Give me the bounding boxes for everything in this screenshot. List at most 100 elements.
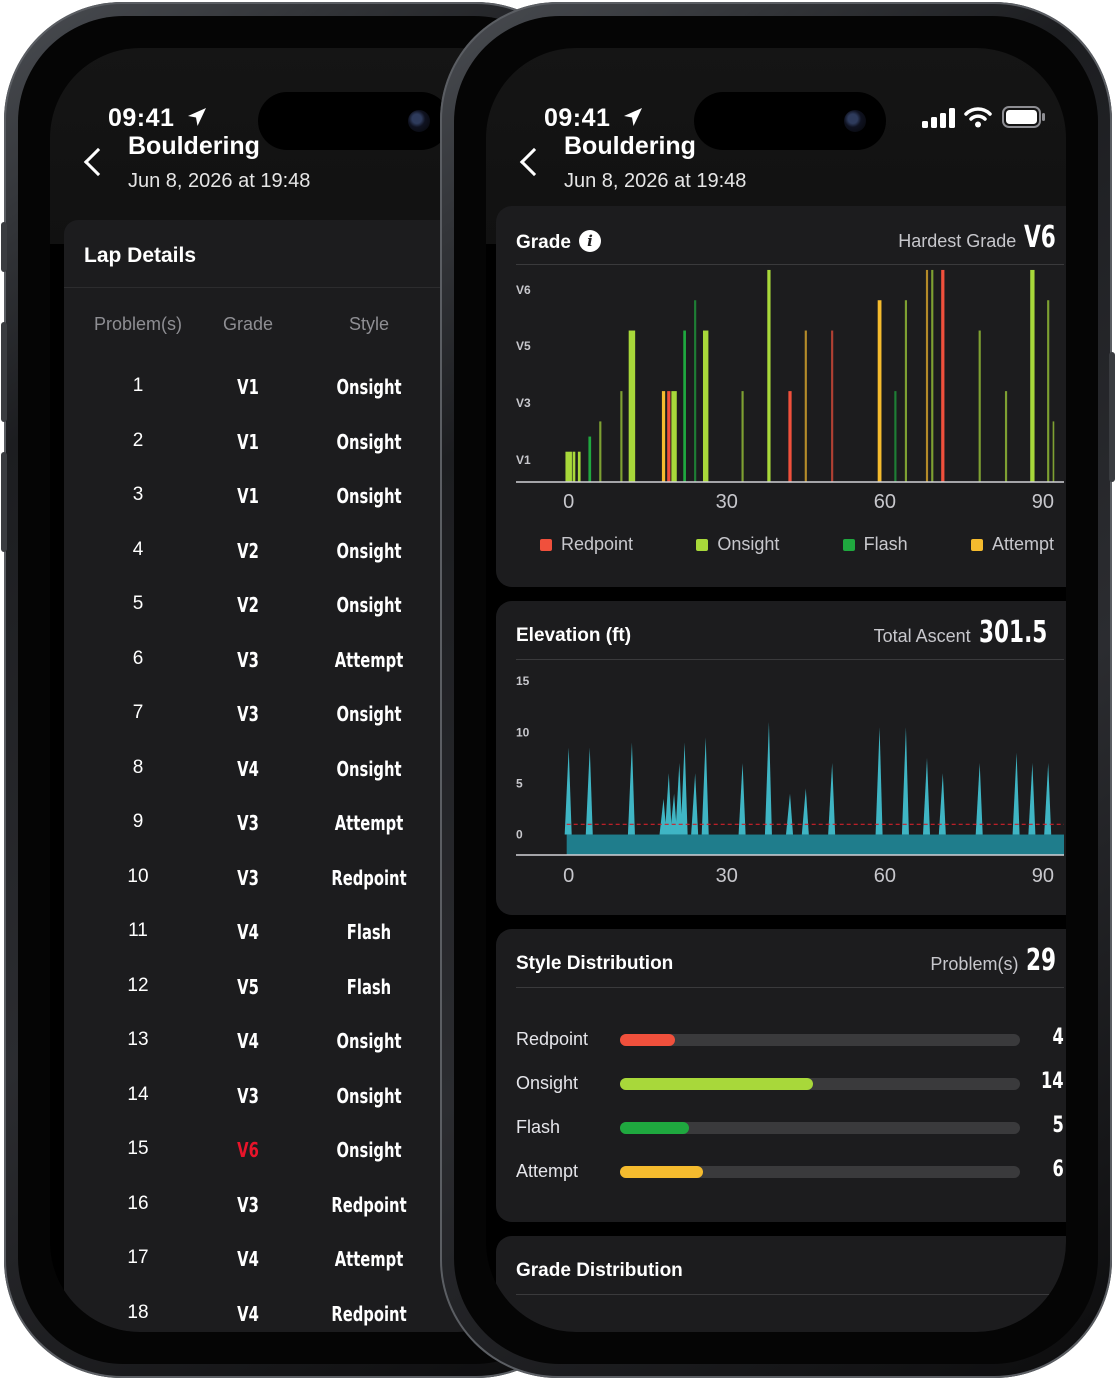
distribution-row-onsight: Onsight 14 — [516, 1069, 1064, 1099]
distribution-count: 5 — [1052, 1113, 1064, 1138]
grade-bar — [661, 391, 666, 482]
problem-number: 1 — [132, 375, 144, 396]
total-ascent-label: Total Ascent — [873, 626, 971, 646]
nav-title: Bouldering — [564, 132, 696, 160]
problem-grade: V1 — [237, 484, 259, 508]
problem-grade: V4 — [237, 1301, 259, 1326]
problem-number: 13 — [127, 1029, 149, 1050]
hardest-grade-label: Hardest Grade — [898, 231, 1017, 251]
distribution-fill — [620, 1166, 703, 1178]
problem-style: Attempt — [334, 1247, 404, 1271]
grade-card: Grade i Hardest Grade V6 V1 V3 V5 V6 0 30 60 90 … — [496, 206, 1066, 587]
problem-style: Flash — [346, 974, 392, 999]
elevation-spike — [664, 773, 672, 835]
problem-style: Flash — [346, 920, 392, 944]
dynamic-island — [258, 92, 450, 150]
problem-style: Onsight — [336, 538, 402, 563]
elevation-card-title: Elevation (ft) — [516, 625, 632, 646]
x-tick-label: 30 — [716, 865, 738, 887]
grade-bar — [894, 391, 897, 482]
total-ascent-value: 301.5 — [978, 615, 1047, 650]
distribution-fill — [620, 1078, 814, 1090]
problem-style: Redpoint — [331, 1192, 407, 1217]
status-time: 09:41 — [544, 104, 611, 132]
grade-bar — [620, 391, 623, 482]
problem-number: 18 — [127, 1301, 149, 1323]
grade-bar — [667, 391, 671, 482]
grade-bar — [577, 451, 581, 482]
volume-down-button — [1, 452, 7, 552]
elevation-spike — [564, 747, 572, 835]
problem-grade: V3 — [237, 702, 259, 726]
power-button — [1109, 352, 1115, 482]
distribution-track — [620, 1122, 1020, 1134]
grade-bar — [702, 330, 709, 482]
y-tick-label: 10 — [516, 725, 530, 739]
x-tick-label: 30 — [716, 491, 738, 513]
style-distribution-title: Style Distribution — [516, 953, 674, 974]
nav-title: Bouldering — [128, 132, 260, 160]
grade-distribution-card: Grade Distribution — [496, 1236, 1066, 1332]
elevation-spike — [875, 727, 883, 835]
elevation-spike — [923, 757, 930, 835]
elevation-chart: 0 5 10 15 0 30 60 90 — [516, 674, 1064, 887]
problem-number: 3 — [132, 484, 144, 505]
distribution-track — [620, 1078, 1020, 1090]
location-arrow-icon — [622, 106, 644, 133]
problem-style: Onsight — [336, 429, 402, 454]
grade-card-title: Grade i — [516, 230, 601, 254]
col-grade: Grade — [222, 314, 274, 334]
grade-bar — [877, 300, 882, 482]
nav-subtitle: Jun 8, 2026 at 19:48 — [564, 170, 747, 192]
grade-bar — [572, 451, 576, 482]
back-chevron-icon[interactable] — [83, 147, 113, 177]
problem-number: 5 — [132, 593, 144, 614]
elevation-card: Elevation (ft) Total Ascent 301.5 0 5 10 15… — [496, 601, 1066, 915]
cellular-signal-icon — [922, 108, 956, 133]
grade-legend: Redpoint Onsight Flash Attempt — [540, 534, 1054, 555]
status-time: 09:41 — [108, 104, 175, 132]
problem-grade: V3 — [237, 647, 259, 672]
problem-grade: V6 — [237, 1138, 259, 1162]
problem-style: Redpoint — [331, 1301, 407, 1326]
problem-number: 15 — [127, 1138, 149, 1159]
problem-grade: V1 — [237, 429, 259, 454]
problem-style: Onsight — [336, 702, 402, 726]
elevation-spike — [764, 722, 772, 835]
x-tick-label: 0 — [563, 491, 574, 513]
distribution-count: 14 — [1041, 1069, 1064, 1094]
problem-grade: V3 — [237, 1192, 259, 1217]
problem-grade: V3 — [237, 1083, 259, 1108]
problem-number: 4 — [132, 538, 144, 560]
distribution-track — [620, 1034, 1020, 1046]
problem-number: 12 — [127, 974, 149, 996]
divider — [516, 987, 1064, 988]
elevation-spike — [1012, 752, 1020, 835]
grade-bar — [931, 269, 934, 482]
problem-style: Onsight — [336, 756, 402, 781]
problems-total-label: Problem(s) — [930, 954, 1019, 974]
phone-right: 09:41 Bouldering Jun 8, 2026 at 19:48 Gr… — [440, 2, 1115, 1378]
distribution-count: 4 — [1052, 1025, 1064, 1050]
back-chevron-icon[interactable] — [519, 147, 549, 177]
col-style: Style — [348, 314, 390, 334]
x-tick-label: 60 — [874, 491, 896, 513]
problem-style: Attempt — [334, 811, 404, 835]
hardest-grade-value: V6 — [1024, 220, 1057, 255]
problem-grade: V4 — [237, 1029, 259, 1053]
grade-bar — [628, 330, 636, 482]
grade-bar — [941, 269, 945, 482]
problem-style: Attempt — [334, 647, 404, 672]
problem-number: 16 — [127, 1192, 149, 1214]
distribution-count: 6 — [1052, 1157, 1064, 1182]
elevation-base — [566, 834, 1064, 855]
x-tick-label: 0 — [563, 865, 574, 887]
legend-onsight: Onsight — [696, 534, 779, 555]
info-icon[interactable]: i — [578, 230, 601, 252]
y-tick-label: 5 — [516, 776, 523, 790]
legend-flash: Flash — [842, 534, 908, 555]
x-tick-label: 60 — [874, 865, 896, 887]
y-tick-label: V1 — [516, 453, 531, 467]
problem-number: 6 — [132, 647, 144, 669]
problem-grade: V3 — [237, 865, 259, 890]
